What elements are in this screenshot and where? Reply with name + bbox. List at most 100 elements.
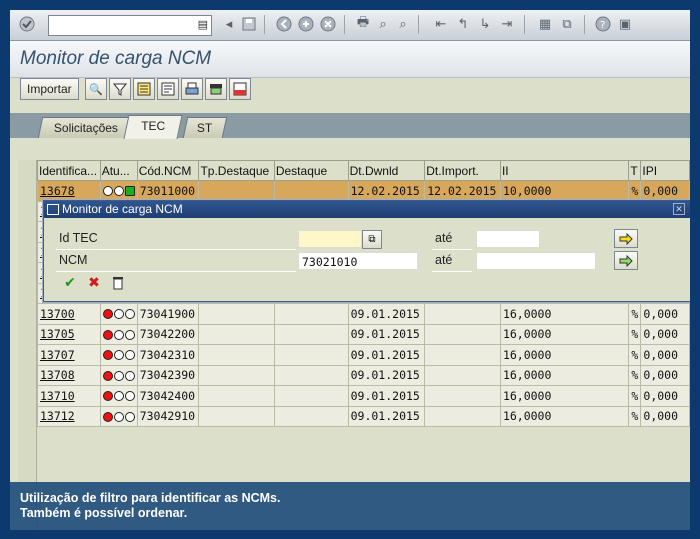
command-history-icon[interactable]: ▤	[198, 18, 208, 31]
separator	[264, 15, 265, 34]
separator	[584, 15, 585, 34]
print-icon[interactable]: 🖶	[354, 15, 372, 33]
id-tec-from-input[interactable]	[298, 230, 362, 248]
print-list-icon[interactable]	[181, 78, 203, 100]
column-header[interactable]: II	[499, 160, 630, 181]
table-row[interactable]: 13708 73042390 09.01.2015 16,0000% 0,000	[37, 364, 690, 386]
multiple-selection-icon[interactable]	[614, 251, 638, 270]
next-page-icon[interactable]: ↳	[476, 15, 494, 33]
table-cell: %	[628, 323, 642, 345]
column-header[interactable]: Cód.NCM	[136, 160, 200, 181]
trash-icon[interactable]	[108, 274, 128, 292]
column-header[interactable]: T	[628, 160, 642, 181]
tab-st[interactable]: ST	[182, 117, 228, 138]
back-icon[interactable]	[275, 15, 293, 33]
table-cell: 16,0000	[499, 344, 630, 366]
column-header[interactable]: IPI	[640, 160, 690, 181]
details-icon[interactable]: 🔍	[85, 78, 107, 100]
status-lights	[99, 405, 138, 427]
column-header[interactable]: Atu...	[99, 160, 138, 181]
system-toolbar: ▤ ◂ 🖶 ⌕ ⌕ ⇤ ↰ ↳ ⇥ ▦ ⧉ ? ▣	[10, 10, 690, 41]
value-help-icon[interactable]: ⧉	[362, 230, 382, 249]
identificador-link[interactable]: 13707	[37, 344, 101, 366]
sum-icon[interactable]	[133, 78, 155, 100]
table-cell: %	[628, 303, 642, 325]
find-next-icon[interactable]: ⌕	[394, 15, 412, 33]
table-cell	[273, 385, 349, 407]
identificador-link[interactable]: 13708	[37, 364, 101, 386]
id-tec-to-input[interactable]	[476, 230, 540, 248]
identificador-link[interactable]: 13705	[37, 323, 101, 345]
row-selector-column[interactable]	[18, 160, 37, 530]
table-cell	[198, 405, 275, 427]
table-row[interactable]: 13678 73011000 12.02.2015 12.02.2015 10,0000…	[37, 180, 690, 202]
traffic-light-icon	[102, 350, 135, 361]
title-bar: Monitor de carga NCM	[10, 41, 690, 78]
save-icon[interactable]	[240, 15, 258, 33]
column-header[interactable]: Destaque	[273, 160, 349, 181]
divider	[56, 271, 296, 272]
find-icon[interactable]: ⌕	[374, 15, 392, 33]
shortcut-icon[interactable]: ⧉	[558, 15, 576, 33]
table-row[interactable]: 13705 73042200 09.01.2015 16,0000% 0,000	[37, 323, 690, 345]
tab-tec[interactable]: TEC	[123, 115, 183, 139]
exit-icon[interactable]	[297, 15, 315, 33]
layout-icon[interactable]	[157, 78, 179, 100]
tab-solicitacoes[interactable]: Solicitações	[37, 117, 135, 138]
table-cell: %	[628, 385, 642, 407]
identificador-link[interactable]: 13678	[37, 180, 101, 202]
table-cell: %	[628, 364, 642, 386]
table-cell: 09.01.2015	[347, 344, 426, 366]
table-cell: 16,0000	[499, 323, 630, 345]
table-cell: 09.01.2015	[347, 385, 426, 407]
table-cell	[424, 405, 501, 427]
divider	[432, 249, 472, 250]
execute-icon[interactable]: ✔	[60, 274, 80, 292]
table-cell	[273, 405, 349, 427]
identificador-link[interactable]: 13712	[37, 405, 101, 427]
filter-icon[interactable]	[109, 78, 131, 100]
cancel-icon[interactable]	[319, 15, 337, 33]
last-page-icon[interactable]: ⇥	[498, 15, 516, 33]
identificador-link[interactable]: 13710	[37, 385, 101, 407]
importar-button[interactable]: Importar	[20, 78, 79, 100]
first-page-icon[interactable]: ⇤	[432, 15, 450, 33]
table-cell	[424, 323, 501, 345]
help-icon[interactable]: ?	[594, 15, 612, 33]
column-header[interactable]: Dt.Import.	[424, 160, 501, 181]
table-cell: 0,000	[640, 303, 690, 325]
customize-icon[interactable]: ▣	[616, 15, 634, 33]
ncm-from-input[interactable]: 73021010	[298, 252, 418, 270]
table-row[interactable]: 13700 73041900 09.01.2015 16,0000% 0,000	[37, 303, 690, 325]
separator	[344, 15, 345, 34]
prev-page-icon[interactable]: ↰	[454, 15, 472, 33]
table-cell: 16,0000	[499, 405, 630, 427]
table-cell	[198, 323, 275, 345]
table-cell: 09.01.2015	[347, 364, 426, 386]
table-cell: 73042310	[136, 344, 200, 366]
table-cell	[198, 303, 275, 325]
column-header[interactable]: Dt.Dwnld	[347, 160, 426, 181]
cancel-icon[interactable]: ✖	[84, 274, 104, 292]
identificador-link[interactable]: 13700	[37, 303, 101, 325]
traffic-light-icon	[102, 391, 135, 402]
arrow-left-icon[interactable]: ◂	[220, 15, 238, 33]
close-icon[interactable]: ✕	[673, 203, 685, 215]
window-icon	[47, 204, 59, 215]
tab-strip: Solicitações TEC ST	[10, 113, 690, 139]
enter-icon[interactable]	[18, 15, 36, 33]
ncm-to-input[interactable]	[476, 252, 596, 270]
spreadsheet-icon[interactable]	[229, 78, 251, 100]
table-row[interactable]: 13707 73042310 09.01.2015 16,0000% 0,000	[37, 344, 690, 366]
new-session-icon[interactable]: ▦	[536, 15, 554, 33]
multiple-selection-icon[interactable]	[614, 229, 638, 248]
table-cell: %	[628, 180, 642, 202]
column-header[interactable]: Tp.Destaque	[198, 160, 275, 181]
table-row[interactable]: 13710 73042400 09.01.2015 16,0000% 0,000	[37, 385, 690, 407]
table-cell: 09.01.2015	[347, 323, 426, 345]
export-icon[interactable]	[205, 78, 227, 100]
column-header[interactable]: Identifica...	[37, 160, 101, 181]
separator	[418, 15, 419, 34]
table-row[interactable]: 13712 73042910 09.01.2015 16,0000% 0,000	[37, 405, 690, 427]
command-field[interactable]: ▤	[48, 15, 212, 36]
